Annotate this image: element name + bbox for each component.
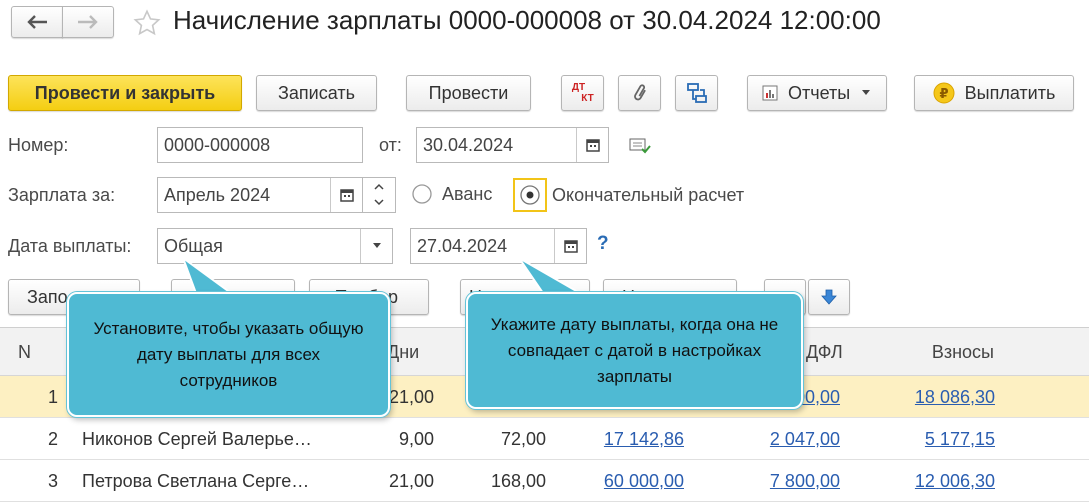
- dt-label: ДТ: [571, 82, 586, 93]
- arrow-left-icon: [27, 15, 47, 29]
- pay-label: Выплатить: [964, 82, 1056, 103]
- final-calc-radio[interactable]: [519, 184, 541, 206]
- tooltip-left-text: Установите, чтобы указать общую дату вып…: [93, 318, 364, 390]
- document-date-value: 30.04.2024: [423, 134, 514, 155]
- accrued-link[interactable]: 60 000,00: [560, 460, 684, 502]
- table-row[interactable]: 2 Никонов Сергей Валерье… 9,00 72,00 17 …: [0, 418, 1089, 460]
- pay-button[interactable]: ₽ Выплатить: [914, 75, 1074, 111]
- back-button[interactable]: [11, 6, 63, 38]
- tooltip-pointer-left: [181, 256, 237, 296]
- col-ndfl-header[interactable]: ДФЛ: [806, 328, 843, 376]
- row-number: 3: [48, 470, 59, 491]
- tooltip-right-text: Укажите дату выплаты, когда она не совпа…: [490, 314, 779, 386]
- from-label: от:: [379, 135, 402, 155]
- table-row[interactable]: 3 Петрова Светлана Серге… 21,00 168,00 6…: [0, 460, 1089, 502]
- kt-label: КТ: [581, 93, 594, 104]
- days-cell: 9,00: [398, 428, 434, 449]
- accrued-link[interactable]: 17 142,86: [560, 418, 684, 460]
- paperclip-icon: [633, 84, 646, 101]
- save-button[interactable]: Записать: [256, 75, 377, 111]
- page-title: Начисление зарплаты 0000-000008 от 30.04…: [173, 5, 881, 35]
- row-number: 1: [48, 386, 59, 407]
- attach-button[interactable]: [618, 75, 661, 111]
- days-cell: 21,00: [388, 470, 434, 491]
- dt-kt-button[interactable]: ДТ КТ: [561, 75, 604, 111]
- pay-date-value: 27.04.2024: [417, 235, 508, 256]
- contrib-link[interactable]: 18 086,30: [880, 376, 995, 418]
- move-down-button[interactable]: [808, 279, 850, 315]
- tooltip-pointer-right: [518, 257, 588, 296]
- ruble-coin-icon: ₽: [933, 82, 955, 104]
- final-calc-label: Окончательный расчет: [552, 185, 745, 205]
- ndfl-link[interactable]: 7 800,00: [742, 460, 840, 502]
- ndfl-link[interactable]: 2 047,00: [742, 418, 840, 460]
- reports-button[interactable]: Отчеты: [747, 75, 887, 111]
- row-number: 2: [48, 428, 59, 449]
- employee-name: Петрова Светлана Серге…: [82, 470, 310, 491]
- post-and-close-button[interactable]: Провести и закрыть: [8, 75, 242, 111]
- report-icon: [762, 85, 778, 101]
- chevron-up-icon[interactable]: [374, 178, 384, 195]
- comment-icon[interactable]: [629, 137, 651, 155]
- hierarchy-icon: [686, 83, 707, 103]
- pay-date-mode-value: Общая: [164, 235, 223, 256]
- arrow-right-icon: [78, 15, 98, 29]
- help-icon[interactable]: ?: [597, 233, 609, 255]
- pay-date-label: Дата выплаты:: [8, 236, 132, 256]
- caret-down-icon: [862, 90, 871, 95]
- advance-label: Аванс: [442, 184, 493, 204]
- arrow-down-icon: [821, 289, 837, 305]
- document-date-field[interactable]: 30.04.2024: [416, 127, 609, 163]
- reports-label: Отчеты: [788, 82, 851, 103]
- advance-radio[interactable]: [411, 183, 433, 205]
- forward-button[interactable]: [62, 6, 114, 38]
- salary-for-label: Зарплата за:: [8, 185, 116, 205]
- month-stepper[interactable]: [362, 177, 396, 213]
- col-days-header[interactable]: Дни: [387, 328, 419, 376]
- col-n-header[interactable]: N: [18, 328, 31, 376]
- dropdown-icon[interactable]: [360, 229, 392, 263]
- salary-month-value: Апрель 2024: [164, 184, 271, 205]
- calendar-icon[interactable]: [576, 128, 608, 162]
- calendar-icon[interactable]: [330, 178, 362, 212]
- hours-cell: 72,00: [500, 428, 546, 449]
- contrib-link[interactable]: 12 006,30: [880, 460, 995, 502]
- star-icon[interactable]: [133, 9, 161, 37]
- post-button[interactable]: Провести: [406, 75, 531, 111]
- hours-cell: 168,00: [490, 470, 546, 491]
- employee-name: Никонов Сергей Валерье…: [82, 428, 312, 449]
- structure-button[interactable]: [675, 75, 718, 111]
- chevron-down-icon[interactable]: [374, 195, 384, 212]
- svg-text:₽: ₽: [939, 87, 948, 102]
- tooltip-common-pay-date: Установите, чтобы указать общую дату вып…: [67, 292, 390, 417]
- col-contrib-header[interactable]: Взносы: [900, 328, 994, 376]
- final-calc-radio-box[interactable]: [513, 178, 547, 212]
- number-label: Номер:: [8, 135, 69, 155]
- contrib-link[interactable]: 5 177,15: [880, 418, 995, 460]
- salary-month-field[interactable]: Апрель 2024: [157, 177, 363, 213]
- number-field[interactable]: 0000-000008: [157, 127, 363, 163]
- tooltip-pay-date: Укажите дату выплаты, когда она не совпа…: [466, 292, 803, 409]
